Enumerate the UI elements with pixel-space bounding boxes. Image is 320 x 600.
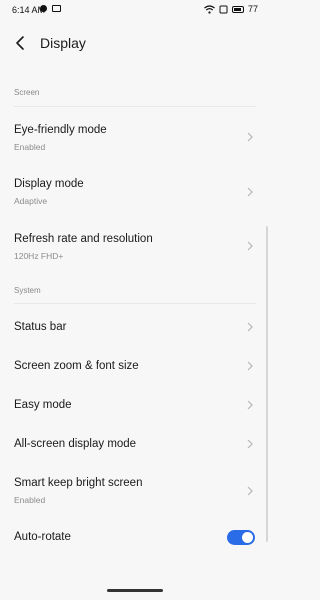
setting-title: Status bar [14, 321, 67, 333]
chevron-right-icon [247, 361, 253, 371]
battery-icon [231, 5, 244, 13]
setting-easy-mode[interactable]: Easy mode [0, 388, 270, 424]
auto-rotate-toggle[interactable] [227, 530, 255, 545]
setting-subtitle: Enabled [14, 495, 46, 505]
setting-subtitle: 120Hz FHD+ [14, 251, 64, 261]
setting-screen-zoom-font-size[interactable]: Screen zoom & font size [0, 349, 270, 385]
setting-title: Screen zoom & font size [14, 360, 139, 372]
section-label-screen: Screen [14, 88, 40, 97]
setting-title: Auto-rotate [14, 531, 71, 543]
setting-title: Eye-friendly mode [14, 124, 107, 136]
divider [14, 106, 256, 107]
setting-title: Refresh rate and resolution [14, 233, 153, 245]
section-label-system: System [14, 286, 41, 295]
chevron-right-icon [247, 400, 253, 410]
home-indicator[interactable] [107, 589, 163, 592]
wifi-icon [204, 4, 215, 14]
battery-level: 77 [247, 4, 258, 14]
setting-title: Easy mode [14, 399, 72, 411]
setting-refresh-rate-resolution[interactable]: Refresh rate and resolution 120Hz FHD+ [0, 222, 270, 272]
screen-cast-icon [219, 5, 228, 13]
gallery-notification-icon [52, 5, 61, 12]
setting-title: Smart keep bright screen [14, 477, 143, 489]
chevron-right-icon [247, 486, 253, 496]
setting-eye-friendly-mode[interactable]: Eye-friendly mode Enabled [0, 112, 270, 162]
setting-subtitle: Enabled [14, 142, 46, 152]
chevron-right-icon [247, 322, 253, 332]
setting-all-screen-display-mode[interactable]: All-screen display mode [0, 427, 270, 463]
setting-subtitle: Adaptive [14, 196, 48, 206]
app-header: Display [0, 28, 270, 60]
status-bar: 6:14 AM 77 [0, 0, 270, 20]
setting-title: All-screen display mode [14, 438, 137, 450]
notification-dot-icon [40, 5, 47, 12]
chevron-left-icon[interactable] [12, 34, 30, 52]
setting-display-mode[interactable]: Display mode Adaptive [0, 167, 270, 217]
setting-smart-keep-bright-screen[interactable]: Smart keep bright screen Enabled [0, 466, 270, 516]
status-indicators: 77 [204, 4, 258, 14]
divider [14, 303, 256, 304]
chevron-right-icon [247, 241, 253, 251]
scrollbar[interactable] [266, 226, 268, 542]
setting-status-bar[interactable]: Status bar [0, 310, 270, 346]
setting-auto-rotate: Auto-rotate [0, 520, 270, 556]
chevron-right-icon [247, 187, 253, 197]
page-title: Display [40, 35, 86, 51]
chevron-right-icon [247, 132, 253, 142]
chevron-right-icon [247, 439, 253, 449]
setting-title: Display mode [14, 178, 84, 190]
